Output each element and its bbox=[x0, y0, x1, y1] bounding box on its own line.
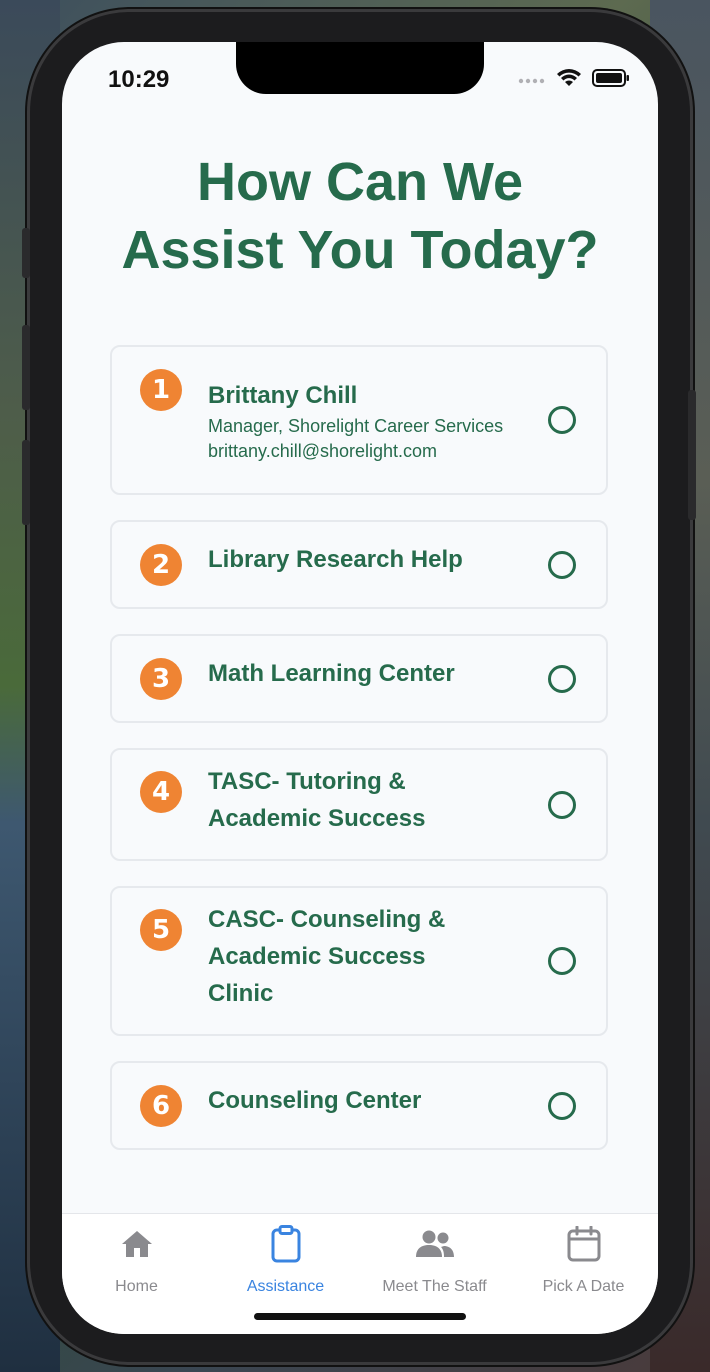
assistance-options-list: 1 Brittany Chill Manager, Shorelight Car… bbox=[110, 345, 608, 1175]
option-card-casc[interactable]: 5 CASC- Counseling & Academic Success Cl… bbox=[110, 886, 608, 1036]
option-number-badge: 6 bbox=[140, 1084, 182, 1127]
option-name: Library Research Help bbox=[208, 546, 463, 573]
wifi-icon bbox=[556, 68, 582, 93]
option-radio[interactable] bbox=[548, 947, 576, 975]
people-icon bbox=[360, 1224, 509, 1264]
option-text: Brittany Chill Manager, Shorelight Caree… bbox=[208, 377, 508, 464]
calendar-icon bbox=[509, 1224, 658, 1264]
tab-label: Pick A Date bbox=[542, 1278, 625, 1295]
option-email: brittany.chill@shorelight.com bbox=[208, 440, 438, 461]
option-number-badge: 4 bbox=[140, 771, 182, 813]
option-name: CASC- Counseling & Academic Success Clin… bbox=[208, 905, 446, 1007]
option-name: Math Learning Center bbox=[208, 660, 455, 687]
option-card-brittany-chill[interactable]: 1 Brittany Chill Manager, Shorelight Car… bbox=[110, 345, 608, 495]
option-number-badge: 5 bbox=[140, 909, 182, 951]
option-number-badge: 3 bbox=[140, 657, 182, 700]
option-name: Counseling Center bbox=[208, 1087, 422, 1114]
side-button-volume-down bbox=[22, 440, 30, 525]
side-button-power bbox=[688, 390, 696, 520]
tab-label: Home bbox=[115, 1278, 158, 1295]
side-button-volume-up bbox=[22, 325, 30, 410]
home-indicator[interactable] bbox=[254, 1313, 466, 1320]
page-title-line-2: Assist You Today? bbox=[121, 220, 599, 280]
option-text: TASC- Tutoring & Academic Success bbox=[208, 763, 478, 837]
option-subtitle: Manager, Shorelight Career Services bbox=[208, 415, 504, 436]
page-title: How Can We Assist You Today? bbox=[62, 148, 658, 284]
option-card-library-research-help[interactable]: 2 Library Research Help bbox=[110, 520, 608, 609]
status-time: 10:29 bbox=[108, 66, 170, 93]
tab-meet-the-staff[interactable]: Meet The Staff bbox=[360, 1224, 509, 1296]
cellular-signal-icon bbox=[518, 72, 546, 90]
page-title-line-1: How Can We bbox=[196, 152, 524, 212]
option-name: Brittany Chill bbox=[208, 381, 358, 409]
option-card-counseling-center[interactable]: 6 Counseling Center bbox=[110, 1061, 608, 1150]
option-radio[interactable] bbox=[548, 1091, 576, 1120]
option-text: CASC- Counseling & Academic Success Clin… bbox=[208, 901, 478, 1012]
clipboard-icon bbox=[211, 1224, 360, 1264]
tab-pick-a-date[interactable]: Pick A Date bbox=[509, 1224, 658, 1296]
option-number-badge: 2 bbox=[140, 543, 182, 586]
option-radio[interactable] bbox=[548, 664, 576, 693]
option-radio[interactable] bbox=[548, 790, 576, 819]
tab-assistance[interactable]: Assistance bbox=[211, 1224, 360, 1296]
option-text: Math Learning Center bbox=[208, 655, 508, 692]
app-screen: 10:29 How Can We Assist You Today? 1 Bri… bbox=[62, 42, 658, 1334]
side-button-mute bbox=[22, 228, 30, 278]
option-radio[interactable] bbox=[548, 550, 576, 579]
option-radio[interactable] bbox=[548, 406, 576, 434]
tab-label: Assistance bbox=[246, 1278, 325, 1295]
home-icon bbox=[62, 1224, 211, 1264]
option-text: Library Research Help bbox=[208, 541, 508, 578]
status-icons bbox=[518, 68, 630, 93]
battery-icon bbox=[592, 69, 630, 92]
option-name: TASC- Tutoring & Academic Success bbox=[208, 767, 426, 832]
option-card-tasc[interactable]: 4 TASC- Tutoring & Academic Success bbox=[110, 748, 608, 861]
tab-label: Meet The Staff bbox=[382, 1278, 487, 1295]
option-text: Counseling Center bbox=[208, 1082, 508, 1119]
option-number-badge: 1 bbox=[140, 369, 182, 411]
option-card-math-learning-center[interactable]: 3 Math Learning Center bbox=[110, 634, 608, 723]
tab-home[interactable]: Home bbox=[62, 1224, 211, 1296]
notch bbox=[236, 42, 484, 94]
